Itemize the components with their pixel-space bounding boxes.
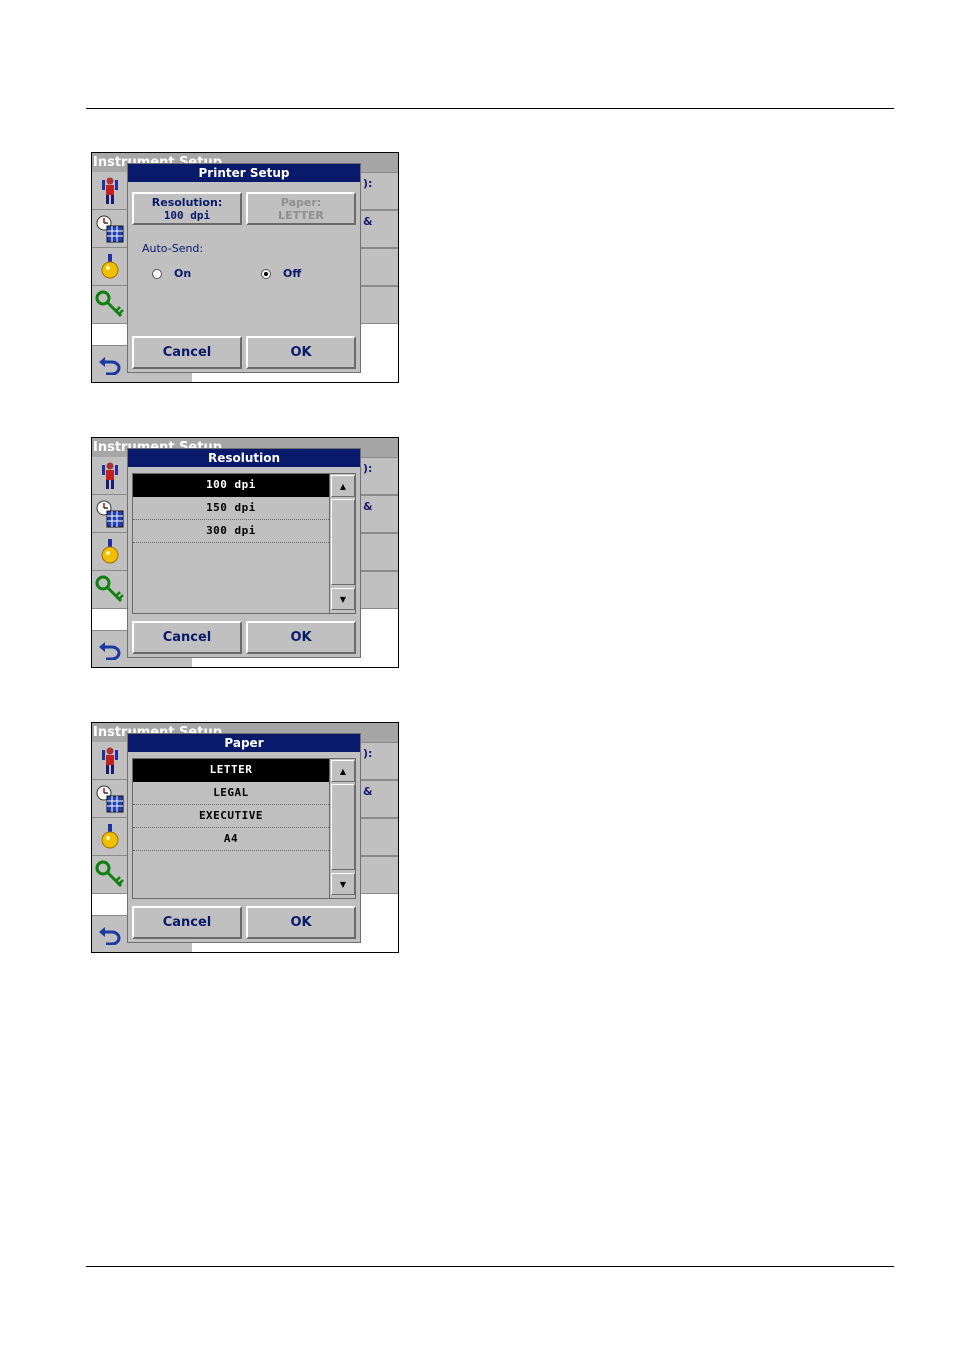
background-option-3[interactable] [360,248,398,286]
radio-circle-selected [261,268,271,279]
background-option-1[interactable]: ): [360,742,398,780]
list-item-selected[interactable]: LETTER [133,759,329,782]
background-option-4[interactable] [360,571,398,609]
paper-list: LETTER LEGAL EXECUTIVE A4 ▲ ▼ [132,758,356,899]
clock-calendar-icon [96,785,123,812]
list-items: LETTER LEGAL EXECUTIVE A4 [133,759,329,851]
key-icon [95,290,124,317]
cancel-button[interactable]: Cancel [132,336,242,369]
triangle-up-icon: ▲ [339,766,347,776]
clock-calendar-icon [96,215,123,242]
scrollbar[interactable]: ▲ ▼ [329,474,355,613]
scrollbar[interactable]: ▲ ▼ [329,759,355,898]
operator-id-icon [101,177,118,204]
back-arrow-icon [99,927,121,945]
background-option-3[interactable] [360,533,398,571]
resolution-list: 100 dpi 150 dpi 300 dpi ▲ ▼ [132,473,356,614]
background-option-2[interactable]: & [360,495,398,533]
back-arrow-icon [99,357,121,375]
ok-button[interactable]: OK [246,621,356,654]
list-item[interactable]: EXECUTIVE [133,805,329,828]
triangle-down-icon: ▼ [339,594,347,604]
auto-send-label: Auto-Send: [142,242,204,255]
scroll-thumb[interactable] [331,499,355,585]
ok-button[interactable]: OK [246,906,356,939]
triangle-up-icon: ▲ [339,481,347,491]
dialog-title: Resolution [128,449,360,467]
ok-button[interactable]: OK [246,336,356,369]
cancel-button[interactable]: Cancel [132,906,242,939]
sidebar-item-operator[interactable] [92,742,127,780]
back-button[interactable] [95,921,125,947]
auto-send-off-radio[interactable]: Off [261,267,301,280]
triangle-down-icon: ▼ [339,879,347,889]
scroll-down-button[interactable]: ▼ [331,873,355,895]
background-option-2[interactable]: & [360,780,398,818]
screen-resolution: Instrument Setup ): & Resolution 100 dpi… [91,437,399,668]
background-option-4[interactable] [360,856,398,894]
sidebar-item-key[interactable] [92,286,127,324]
key-icon [95,860,124,887]
operator-id-icon [101,462,118,489]
list-item[interactable]: LEGAL [133,782,329,805]
list-items: 100 dpi 150 dpi 300 dpi [133,474,329,543]
resolution-dialog: Resolution 100 dpi 150 dpi 300 dpi ▲ ▼ C… [127,448,361,658]
scroll-up-button[interactable]: ▲ [331,760,355,782]
clock-calendar-icon [96,500,123,527]
sidebar-item-operator[interactable] [92,457,127,495]
background-option-3[interactable] [360,818,398,856]
auto-send-on-radio[interactable]: On [152,267,191,280]
background-option-1[interactable]: ): [360,172,398,210]
sidebar-item-lamp[interactable] [92,818,127,856]
scroll-down-button[interactable]: ▼ [331,588,355,610]
sidebar-item-operator[interactable] [92,172,127,210]
sidebar [92,172,127,325]
sidebar-item-lamp[interactable] [92,248,127,286]
paper-button[interactable]: Paper: LETTER [246,192,356,225]
list-item[interactable]: 300 dpi [133,520,329,543]
dialog-title: Paper [128,734,360,752]
background-option-1[interactable]: ): [360,457,398,495]
resolution-button[interactable]: Resolution: 100 dpi [132,192,242,225]
printer-setup-dialog: Printer Setup Resolution: 100 dpi Paper:… [127,163,361,373]
scroll-up-button[interactable]: ▲ [331,475,355,497]
paper-dialog: Paper LETTER LEGAL EXECUTIVE A4 ▲ ▼ Canc… [127,733,361,943]
sidebar [92,742,127,895]
sidebar-item-key[interactable] [92,571,127,609]
screen-printer-setup: Instrument Setup ): & Printer Setup Reso… [91,152,399,383]
sidebar-item-lamp[interactable] [92,533,127,571]
lamp-icon [101,538,118,563]
sidebar-item-datetime[interactable] [92,210,127,248]
background-option-2[interactable]: & [360,210,398,248]
back-button[interactable] [95,636,125,662]
lamp-icon [101,823,118,848]
header-rule [86,108,894,109]
sidebar-item-key[interactable] [92,856,127,894]
sidebar-item-datetime[interactable] [92,780,127,818]
list-item-selected[interactable]: 100 dpi [133,474,329,497]
sidebar-item-datetime[interactable] [92,495,127,533]
background-option-4[interactable] [360,286,398,324]
dialog-title: Printer Setup [128,164,360,182]
lamp-icon [101,253,118,278]
key-icon [95,575,124,602]
list-item[interactable]: 150 dpi [133,497,329,520]
scroll-thumb[interactable] [331,784,355,870]
back-button[interactable] [95,351,125,377]
back-arrow-icon [99,642,121,660]
operator-id-icon [101,747,118,774]
radio-circle [152,268,162,279]
sidebar [92,457,127,610]
footer-rule [86,1266,894,1267]
screen-paper: Instrument Setup ): & Paper LETTER LEGAL… [91,722,399,953]
list-item[interactable]: A4 [133,828,329,851]
cancel-button[interactable]: Cancel [132,621,242,654]
